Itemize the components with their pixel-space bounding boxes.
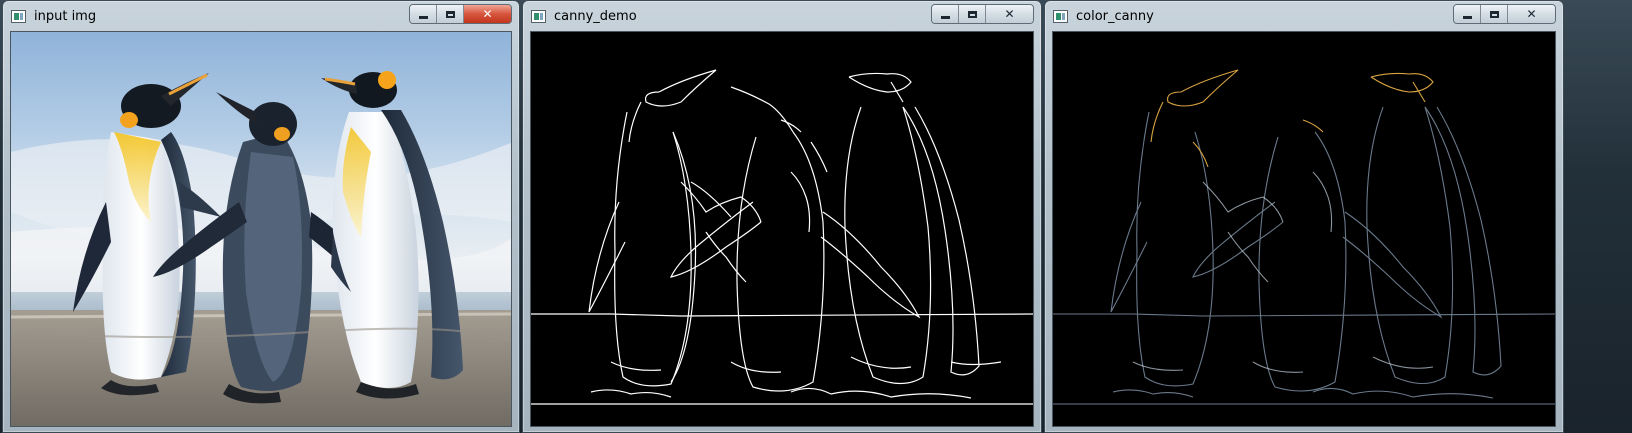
maximize-button[interactable] [1481,5,1508,23]
app-icon [531,10,546,23]
window-controls: ✕ [409,4,512,24]
minimize-icon [940,15,950,19]
close-button[interactable]: ✕ [464,5,511,23]
image-canvas [10,31,512,427]
maximize-icon [967,10,977,18]
title-bar[interactable]: canny_demo ✕ [523,1,1041,31]
close-button[interactable]: ✕ [986,5,1033,23]
title-bar[interactable]: color_canny ✕ [1045,1,1563,31]
maximize-button[interactable] [437,5,464,23]
window-color-canny[interactable]: color_canny ✕ [1044,0,1564,433]
minimize-button[interactable] [410,5,437,23]
minimize-icon [418,15,428,19]
title-bar[interactable]: input img ✕ [3,1,519,31]
window-controls: ✕ [931,4,1034,24]
window-input-img[interactable]: input img ✕ [2,0,520,433]
color-edge-map [1053,69,1555,405]
close-icon: ✕ [1004,7,1015,21]
minimize-icon [1462,15,1472,19]
penguins-photo [11,32,511,426]
app-icon [1053,10,1068,23]
window-title: canny_demo [554,9,637,24]
maximize-icon [1489,10,1499,18]
close-icon: ✕ [1526,7,1537,21]
app-icon [11,10,26,23]
close-icon: ✕ [482,7,493,21]
window-title: input img [34,9,97,24]
window-controls: ✕ [1453,4,1556,24]
image-canvas [530,31,1034,427]
maximize-button[interactable] [959,5,986,23]
window-title: color_canny [1076,9,1154,24]
close-button[interactable]: ✕ [1508,5,1555,23]
minimize-button[interactable] [932,5,959,23]
maximize-icon [445,10,455,18]
image-canvas [1052,31,1556,427]
minimize-button[interactable] [1454,5,1481,23]
window-canny-demo[interactable]: canny_demo ✕ [522,0,1042,433]
white-edge-map [531,69,1033,405]
